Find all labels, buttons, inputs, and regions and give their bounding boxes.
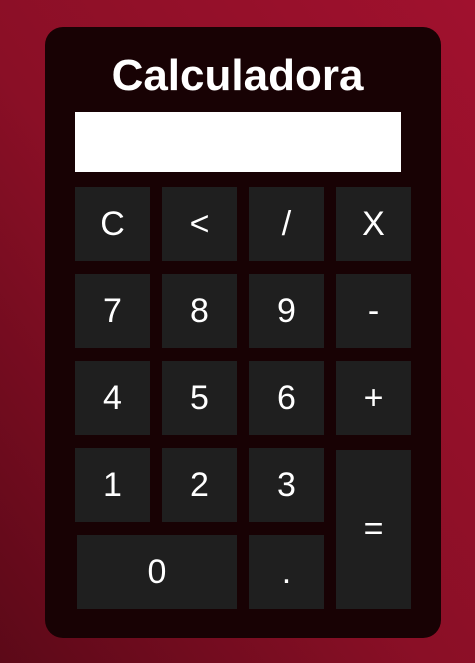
divide-button[interactable]: / xyxy=(249,187,324,261)
digit-0-button[interactable]: 0 xyxy=(77,535,237,609)
decimal-button[interactable]: . xyxy=(249,535,324,609)
equals-button[interactable]: = xyxy=(336,450,411,609)
digit-5-button[interactable]: 5 xyxy=(162,361,237,435)
calculator-title: Calculadora xyxy=(111,51,364,100)
multiply-button[interactable]: X xyxy=(336,187,411,261)
digit-9-button[interactable]: 9 xyxy=(249,274,324,348)
digit-6-button[interactable]: 6 xyxy=(249,361,324,435)
digit-7-button[interactable]: 7 xyxy=(75,274,150,348)
digit-1-button[interactable]: 1 xyxy=(75,448,150,522)
digit-8-button[interactable]: 8 xyxy=(162,274,237,348)
clear-button[interactable]: C xyxy=(75,187,150,261)
minus-button[interactable]: - xyxy=(336,274,411,348)
digit-2-button[interactable]: 2 xyxy=(162,448,237,522)
digit-4-button[interactable]: 4 xyxy=(75,361,150,435)
digit-3-button[interactable]: 3 xyxy=(249,448,324,522)
backspace-button[interactable]: < xyxy=(162,187,237,261)
plus-button[interactable]: + xyxy=(336,361,411,435)
calculator-display[interactable] xyxy=(75,112,401,172)
